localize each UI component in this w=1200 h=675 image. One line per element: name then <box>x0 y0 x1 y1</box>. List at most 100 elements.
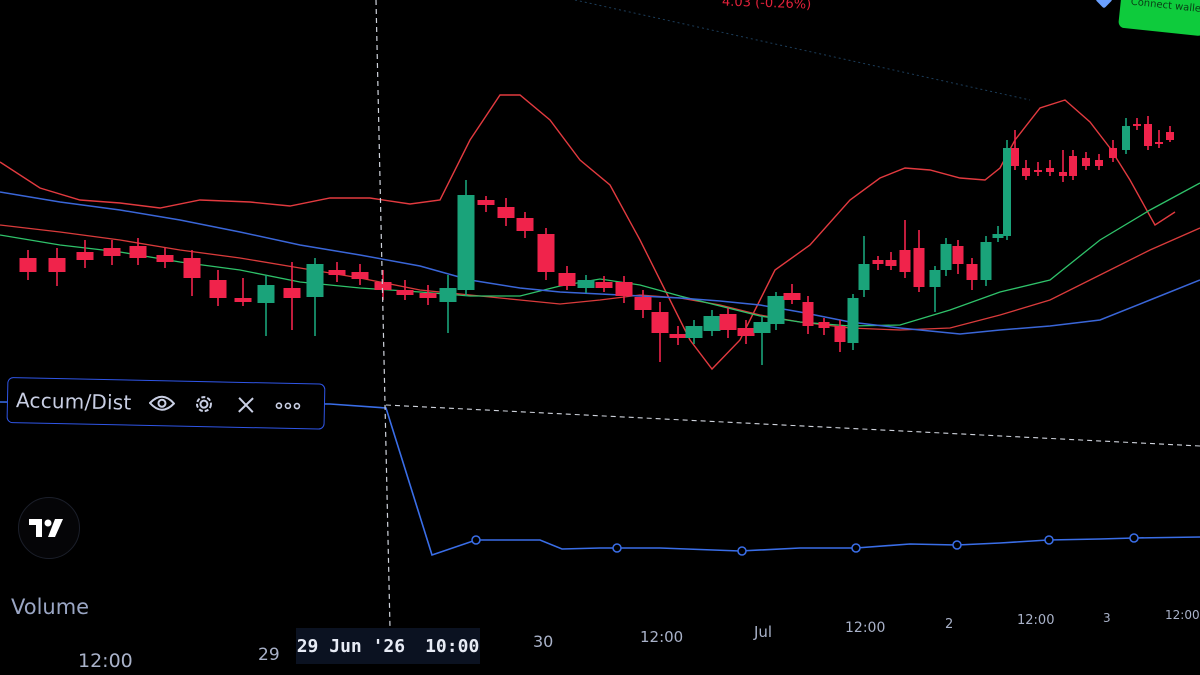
crosshair-time: 10:00 <box>425 635 480 657</box>
bear-candle <box>183 258 201 278</box>
time-tick: 12:00 <box>1017 613 1055 628</box>
bear-candle <box>477 200 495 205</box>
bear-candle <box>783 293 801 300</box>
bear-candle <box>818 322 830 328</box>
bear-candle <box>834 326 846 342</box>
bull-candle <box>685 326 703 338</box>
accum-dist-marker <box>471 535 481 545</box>
bear-candle <box>719 314 737 330</box>
bear-candle <box>396 290 414 295</box>
bear-candle <box>48 258 66 272</box>
bear-candle <box>537 234 555 272</box>
bear-candle <box>1144 124 1152 146</box>
bear-candle <box>129 246 147 258</box>
time-tick: 30 <box>533 632 554 651</box>
bull-candle <box>992 234 1004 238</box>
bear-candle <box>595 282 613 288</box>
eye-icon[interactable] <box>145 389 180 418</box>
time-tick: 12:00 <box>78 650 133 672</box>
price-chart[interactable] <box>0 0 1200 675</box>
bull-candle <box>980 242 992 280</box>
bull-candle <box>577 280 595 288</box>
bull-candle <box>306 264 324 297</box>
bear-candle <box>885 260 897 266</box>
gear-icon[interactable] <box>187 390 222 419</box>
more-icon[interactable] <box>271 392 306 421</box>
bear-candle <box>872 260 884 264</box>
bear-candle <box>328 270 346 275</box>
bear-candle <box>1133 124 1141 126</box>
bear-candle <box>419 293 437 298</box>
ma-blue-line <box>0 191 1200 335</box>
bull-candle <box>1122 126 1130 150</box>
accum-dist-marker <box>1129 533 1139 543</box>
close-icon[interactable] <box>229 391 264 420</box>
crosshair <box>375 0 1200 629</box>
bear-candle <box>952 246 964 264</box>
bear-candle <box>1095 160 1103 166</box>
crosshair-time-label: 29 Jun '26 10:00 <box>296 628 480 664</box>
bear-candle <box>497 207 515 218</box>
bear-candle <box>1011 148 1019 166</box>
bear-candle <box>899 250 911 272</box>
bear-candle <box>1166 132 1174 140</box>
bull-candle <box>439 288 457 302</box>
tradingview-logo[interactable] <box>18 497 80 559</box>
bear-candle <box>1034 170 1042 172</box>
bear-candle <box>209 280 227 298</box>
time-tick: 12:00 <box>640 628 684 646</box>
accum-dist-marker <box>1044 535 1054 545</box>
time-tick: 2 <box>945 617 954 632</box>
bear-candle <box>1046 168 1054 172</box>
time-tick: 29 <box>258 645 280 665</box>
candlesticks <box>19 116 1174 365</box>
bear-candle <box>615 282 633 296</box>
background-trend-line <box>574 0 1031 101</box>
bear-candle <box>966 264 978 280</box>
bull-candle <box>858 264 870 290</box>
bull-candle <box>457 195 475 290</box>
bull-candle <box>703 316 721 331</box>
bear-candle <box>234 298 252 302</box>
bull-candle <box>767 296 785 324</box>
bear-candle <box>516 218 534 231</box>
bull-candle <box>847 298 859 343</box>
time-tick: 3 <box>1103 611 1111 625</box>
bear-candle <box>19 258 37 272</box>
crosshair-date: 29 Jun '26 <box>296 635 406 657</box>
bear-candle <box>802 302 814 326</box>
bear-candle <box>156 255 174 262</box>
volume-pane-label: Volume <box>11 595 90 619</box>
accum-dist-marker <box>851 543 861 553</box>
indicator-name: Accum/Dist <box>15 388 132 415</box>
indicator-overlays <box>0 0 1200 371</box>
bear-candle <box>103 248 121 256</box>
accum-dist-marker <box>952 540 962 550</box>
bear-candle <box>1082 158 1090 166</box>
bear-candle <box>1155 142 1163 144</box>
tradingview-logo-icon <box>29 519 63 537</box>
bear-candle <box>737 328 755 336</box>
bear-candle <box>1109 148 1117 158</box>
bear-candle <box>669 334 687 338</box>
time-tick: 12:00 <box>845 620 886 636</box>
bear-candle <box>913 248 925 287</box>
bear-candle <box>351 272 369 279</box>
bull-candle <box>257 285 275 303</box>
indicator-legend[interactable]: Accum/Dist <box>6 377 326 430</box>
bear-candle <box>634 297 652 310</box>
bear-candle <box>558 273 576 286</box>
bear-candle <box>283 288 301 298</box>
bear-candle <box>651 312 669 333</box>
accum-dist-marker <box>612 543 622 553</box>
crosshair-horizontal <box>385 404 1200 447</box>
time-tick: 12:00 <box>1165 608 1200 622</box>
ma-red-line <box>0 224 1200 331</box>
bear-candle <box>1069 156 1077 176</box>
bull-candle <box>1003 148 1011 236</box>
bear-candle <box>1022 168 1030 176</box>
bull-candle <box>940 244 952 270</box>
bear-candle <box>76 252 94 260</box>
bear-candle <box>1059 172 1067 176</box>
bull-candle <box>929 270 941 287</box>
